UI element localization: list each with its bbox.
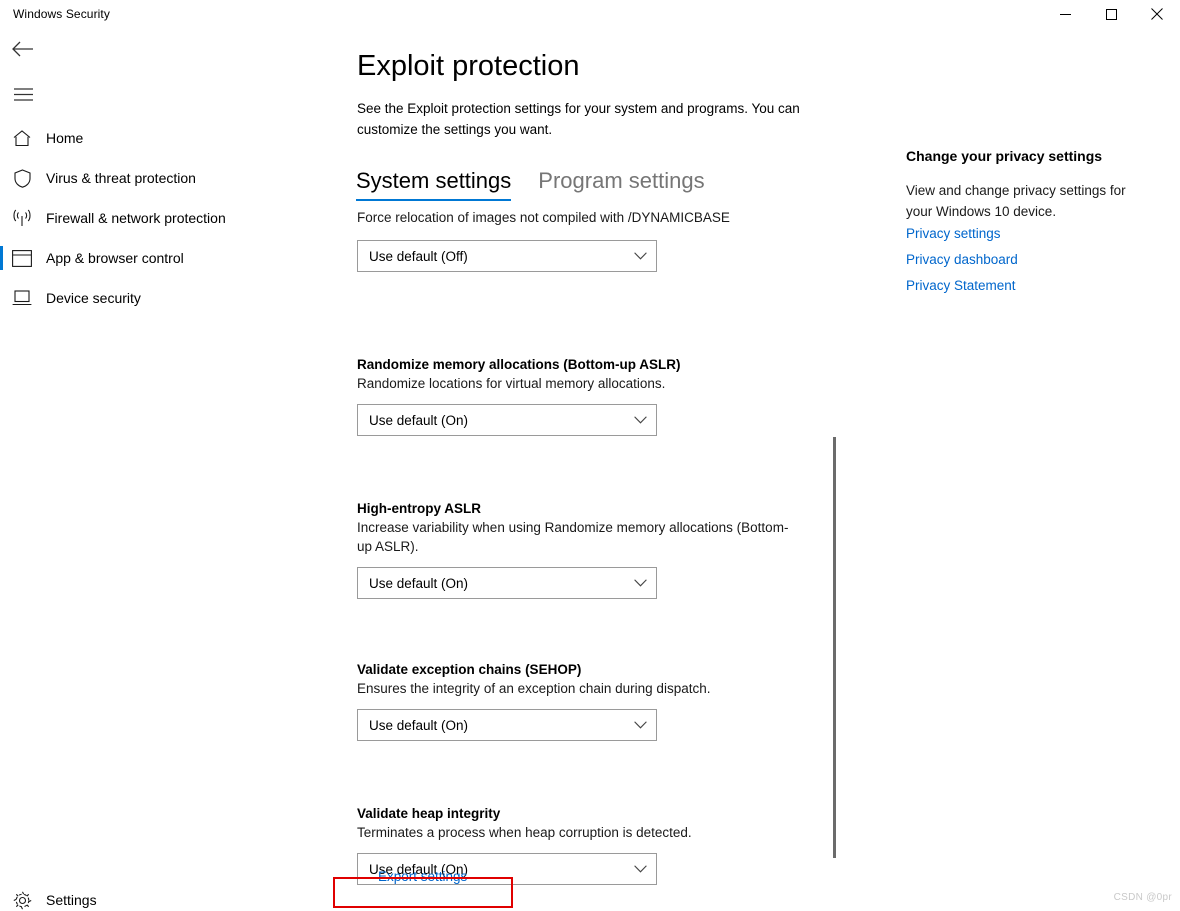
back-button[interactable] <box>3 34 43 68</box>
chevron-down-icon <box>634 721 647 729</box>
page-title: Exploit protection <box>357 50 580 82</box>
active-indicator <box>0 206 3 230</box>
hamburger-menu-icon <box>13 88 33 106</box>
privacy-panel-description: View and change privacy settings for you… <box>906 183 1126 219</box>
setting-description: Force relocation of images not compiled … <box>357 210 730 225</box>
sidebar-item-label: Virus & threat protection <box>46 170 196 186</box>
content-scrollbar[interactable] <box>830 28 840 911</box>
tab-program-settings[interactable]: Program settings <box>538 168 704 201</box>
maximize-button[interactable] <box>1088 0 1134 28</box>
setting-description: Increase variability when using Randomiz… <box>357 520 789 554</box>
setting-row-bottom-up-aslr: Randomize memory allocations (Bottom-up … <box>357 357 817 436</box>
privacy-statement-link[interactable]: Privacy Statement <box>906 278 1018 293</box>
sidebar-item-home[interactable]: Home <box>0 118 340 158</box>
sidebar-item-firewall-network-protection[interactable]: Firewall & network protection <box>0 198 340 238</box>
sidebar-item-label: Home <box>46 130 84 146</box>
setting-dropdown[interactable]: Use default (Off) <box>357 240 657 272</box>
active-indicator <box>0 166 3 190</box>
dropdown-value: Use default (Off) <box>369 248 468 264</box>
setting-description: Randomize locations for virtual memory a… <box>357 376 666 391</box>
shield-icon <box>2 168 42 188</box>
browser-window-icon <box>2 249 42 267</box>
export-settings-link-label: Export settings <box>378 868 468 884</box>
window-controls <box>1042 0 1180 28</box>
sidebar-item-settings[interactable]: Settings <box>0 880 340 911</box>
active-indicator <box>0 246 3 270</box>
sidebar-item-app-browser-control[interactable]: App & browser control <box>0 238 340 278</box>
setting-row-high-entropy-aslr: High-entropy ASLR Increase variability w… <box>357 501 817 599</box>
setting-title: High-entropy ASLR <box>357 501 481 516</box>
setting-description: Terminates a process when heap corruptio… <box>357 825 692 840</box>
sidebar-item-device-security[interactable]: Device security <box>0 278 340 318</box>
privacy-dashboard-link[interactable]: Privacy dashboard <box>906 252 1018 267</box>
settings-tabs: System settings Program settings <box>356 168 732 201</box>
sidebar-nav-list: Home Virus & threat protection Firewall … <box>0 118 340 318</box>
setting-title: Randomize memory allocations (Bottom-up … <box>357 357 681 372</box>
home-icon <box>2 129 42 147</box>
scrollbar-thumb[interactable] <box>833 437 836 858</box>
active-indicator <box>0 286 3 310</box>
sidebar-item-virus-threat-protection[interactable]: Virus & threat protection <box>0 158 340 198</box>
title-bar: Windows Security <box>0 0 1180 28</box>
sidebar-item-label: App & browser control <box>46 250 184 266</box>
active-indicator <box>0 126 3 150</box>
sidebar-item-label: Firewall & network protection <box>46 210 226 226</box>
sidebar-item-label: Settings <box>46 892 97 908</box>
right-info-panel: Change your privacy settings View and ch… <box>890 28 1180 911</box>
tab-system-settings[interactable]: System settings <box>356 168 512 201</box>
page-description: See the Exploit protection settings for … <box>357 101 800 137</box>
watermark: CSDN @0pr <box>1113 892 1172 903</box>
window-title: Windows Security <box>13 7 110 21</box>
hamburger-menu-button[interactable] <box>3 80 43 114</box>
privacy-settings-link[interactable]: Privacy settings <box>906 226 1018 241</box>
privacy-panel-links: Privacy settings Privacy dashboard Priva… <box>906 226 1018 304</box>
minimize-button[interactable] <box>1042 0 1088 28</box>
back-arrow-icon <box>12 40 34 63</box>
setting-title: Validate exception chains (SEHOP) <box>357 662 582 677</box>
chevron-down-icon <box>634 865 647 873</box>
chevron-down-icon <box>634 579 647 587</box>
monitor-icon <box>2 289 42 307</box>
export-settings-button[interactable]: Export settings <box>356 859 546 893</box>
setting-dropdown[interactable]: Use default (On) <box>357 709 657 741</box>
privacy-panel-title: Change your privacy settings <box>906 148 1103 164</box>
setting-row-dynamicbase: Use default (Off) <box>357 229 817 272</box>
chevron-down-icon <box>634 416 647 424</box>
gear-icon <box>2 891 42 910</box>
close-button[interactable] <box>1134 0 1180 28</box>
setting-description: Ensures the integrity of an exception ch… <box>357 681 711 696</box>
setting-dropdown[interactable]: Use default (On) <box>357 404 657 436</box>
setting-dropdown[interactable]: Use default (On) <box>357 567 657 599</box>
setting-row-sehop: Validate exception chains (SEHOP) Ensure… <box>357 662 817 741</box>
sidebar-item-label: Device security <box>46 290 141 306</box>
dropdown-value: Use default (On) <box>369 717 469 733</box>
main-content: Exploit protection See the Exploit prote… <box>340 28 840 911</box>
dropdown-value: Use default (On) <box>369 575 469 591</box>
sidebar: Home Virus & threat protection Firewall … <box>0 28 340 911</box>
wifi-signal-icon <box>2 209 42 228</box>
setting-title: Validate heap integrity <box>357 806 501 821</box>
settings-list: Force relocation of images not compiled … <box>340 208 840 911</box>
chevron-down-icon <box>634 252 647 260</box>
dropdown-value: Use default (On) <box>369 412 469 428</box>
